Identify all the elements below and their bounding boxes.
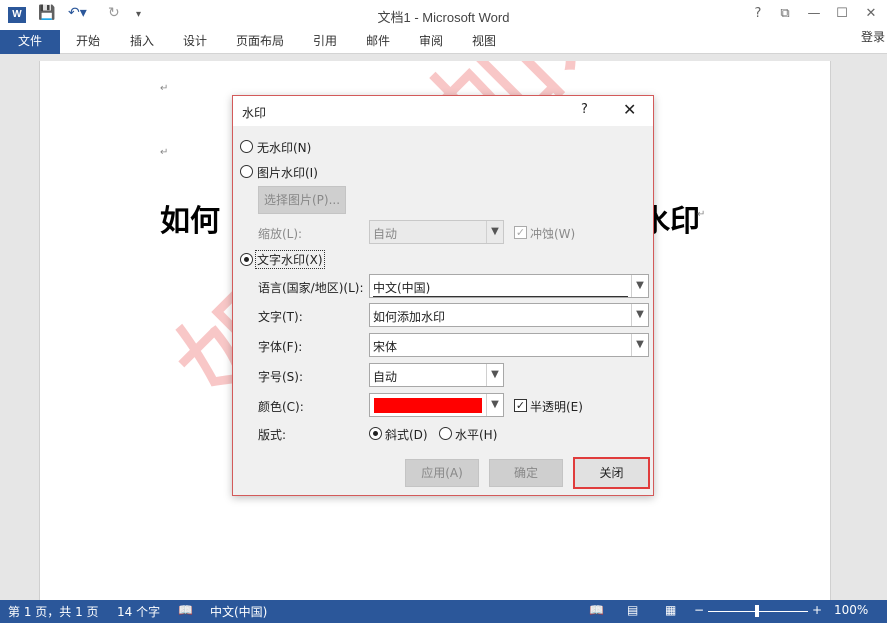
picture-watermark-radio[interactable] (240, 165, 253, 178)
apply-button[interactable]: 应用(A) (405, 459, 479, 487)
semitransparent-checkbox[interactable]: ✓ (514, 399, 527, 412)
dialog-close-icon[interactable]: ✕ (623, 100, 636, 119)
language-status[interactable]: 中文(中国) (210, 603, 267, 620)
tab-home[interactable]: 开始 (76, 30, 100, 54)
size-value: 自动 (373, 370, 398, 384)
save-icon[interactable]: 💾 (38, 5, 55, 21)
redo-icon[interactable]: ↻ (108, 5, 120, 21)
ribbon-display-icon[interactable]: ⧉ (773, 4, 797, 24)
maximize-icon[interactable]: ☐ (830, 4, 854, 24)
zoom-slider-thumb[interactable] (755, 605, 759, 617)
print-layout-icon[interactable]: ▤ (627, 603, 638, 617)
scale-value: 自动 (373, 227, 398, 241)
text-value: 如何添加水印 (373, 310, 446, 324)
scale-label: 缩放(L): (258, 227, 303, 241)
chevron-down-icon: ▼ (631, 334, 648, 356)
tab-file[interactable]: 文件 (0, 30, 60, 54)
diagonal-radio[interactable] (369, 427, 382, 440)
tab-references[interactable]: 引用 (313, 30, 337, 54)
zoom-in-button[interactable]: + (812, 603, 822, 617)
text-label: 文字(T): (258, 310, 303, 324)
language-select[interactable]: 中文(中国) ▼ (369, 274, 649, 298)
washout-checkbox[interactable]: ✓ (514, 226, 527, 239)
size-label: 字号(S): (258, 370, 304, 384)
word-app-icon: W (8, 7, 26, 23)
text-select[interactable]: 如何添加水印 ▼ (369, 303, 649, 327)
zoom-level[interactable]: 100% (834, 603, 868, 617)
login-link[interactable]: 登录 (861, 28, 885, 46)
no-watermark-radio[interactable] (240, 140, 253, 153)
dialog-title-bar: 水印 ? ✕ (233, 96, 653, 126)
picture-watermark-label[interactable]: 图片水印(I) (257, 164, 318, 181)
text-watermark-label[interactable]: 文字水印(X) (255, 250, 325, 269)
font-label: 字体(F): (258, 340, 303, 354)
language-value: 中文(中国) (373, 279, 628, 297)
proofing-icon[interactable]: 📖 (178, 603, 193, 617)
tab-view[interactable]: 视图 (472, 30, 496, 54)
close-button[interactable]: 关闭 (573, 457, 650, 489)
customize-icon[interactable]: ▾ (136, 9, 141, 20)
chevron-down-icon: ▼ (486, 221, 503, 243)
read-mode-icon[interactable]: 📖 (589, 603, 604, 617)
color-select[interactable]: ▼ (369, 393, 504, 417)
web-layout-icon[interactable]: ▦ (665, 603, 676, 617)
status-bar: 第 1 页，共 1 页 14 个字 📖 中文(中国) 📖 ▤ ▦ − + 100… (0, 600, 887, 623)
title-bar: W 💾 ↶▾ ↻ ▾ 文档1 - Microsoft Word ? ⧉ — ☐ … (0, 0, 887, 30)
dialog-help-icon[interactable]: ? (581, 102, 588, 117)
scale-select[interactable]: 自动 ▼ (369, 220, 504, 244)
font-select[interactable]: 宋体 ▼ (369, 333, 649, 357)
paragraph-mark: ↵ (697, 209, 706, 220)
layout-label: 版式: (258, 428, 287, 442)
select-picture-button[interactable]: 选择图片(P)... (258, 186, 346, 214)
washout-label[interactable]: 冲蚀(W) (530, 225, 575, 242)
horizontal-radio[interactable] (439, 427, 452, 440)
chevron-down-icon: ▼ (631, 275, 648, 297)
paragraph-mark: ↵ (160, 83, 169, 94)
color-label: 颜色(C): (258, 400, 304, 414)
zoom-out-button[interactable]: − (694, 603, 704, 617)
close-icon[interactable]: ✕ (859, 4, 883, 24)
ribbon-tabs: 文件 开始 插入 设计 页面布局 引用 邮件 审阅 视图 登录 (0, 30, 887, 54)
font-value: 宋体 (373, 340, 398, 354)
color-swatch (374, 398, 482, 413)
word-count[interactable]: 14 个字 (117, 603, 160, 620)
undo-icon[interactable]: ↶▾ (68, 5, 87, 21)
document-text-start[interactable]: 如何 (160, 196, 220, 240)
horizontal-label[interactable]: 水平(H) (455, 426, 497, 443)
tab-mailings[interactable]: 邮件 (366, 30, 390, 54)
chevron-down-icon: ▼ (631, 304, 648, 326)
tab-review[interactable]: 审阅 (419, 30, 443, 54)
paragraph-mark: ↵ (160, 147, 169, 158)
chevron-down-icon: ▼ (486, 364, 503, 386)
tab-page-layout[interactable]: 页面布局 (236, 30, 284, 54)
size-select[interactable]: 自动 ▼ (369, 363, 504, 387)
page-count[interactable]: 第 1 页，共 1 页 (8, 603, 99, 620)
dialog-title: 水印 (242, 106, 267, 120)
no-watermark-label[interactable]: 无水印(N) (257, 139, 311, 156)
ok-button[interactable]: 确定 (489, 459, 563, 487)
language-label: 语言(国家/地区)(L): (258, 281, 364, 295)
help-icon[interactable]: ? (746, 4, 770, 24)
tab-design[interactable]: 设计 (183, 30, 207, 54)
chevron-down-icon: ▼ (486, 394, 503, 416)
tab-insert[interactable]: 插入 (130, 30, 154, 54)
watermark-dialog: 水印 ? ✕ 无水印(N) 图片水印(I) 选择图片(P)... 缩放(L): … (232, 95, 654, 496)
minimize-icon[interactable]: — (802, 4, 826, 24)
diagonal-label[interactable]: 斜式(D) (385, 426, 428, 443)
text-watermark-radio[interactable] (240, 253, 253, 266)
semitransparent-label[interactable]: 半透明(E) (530, 398, 583, 415)
